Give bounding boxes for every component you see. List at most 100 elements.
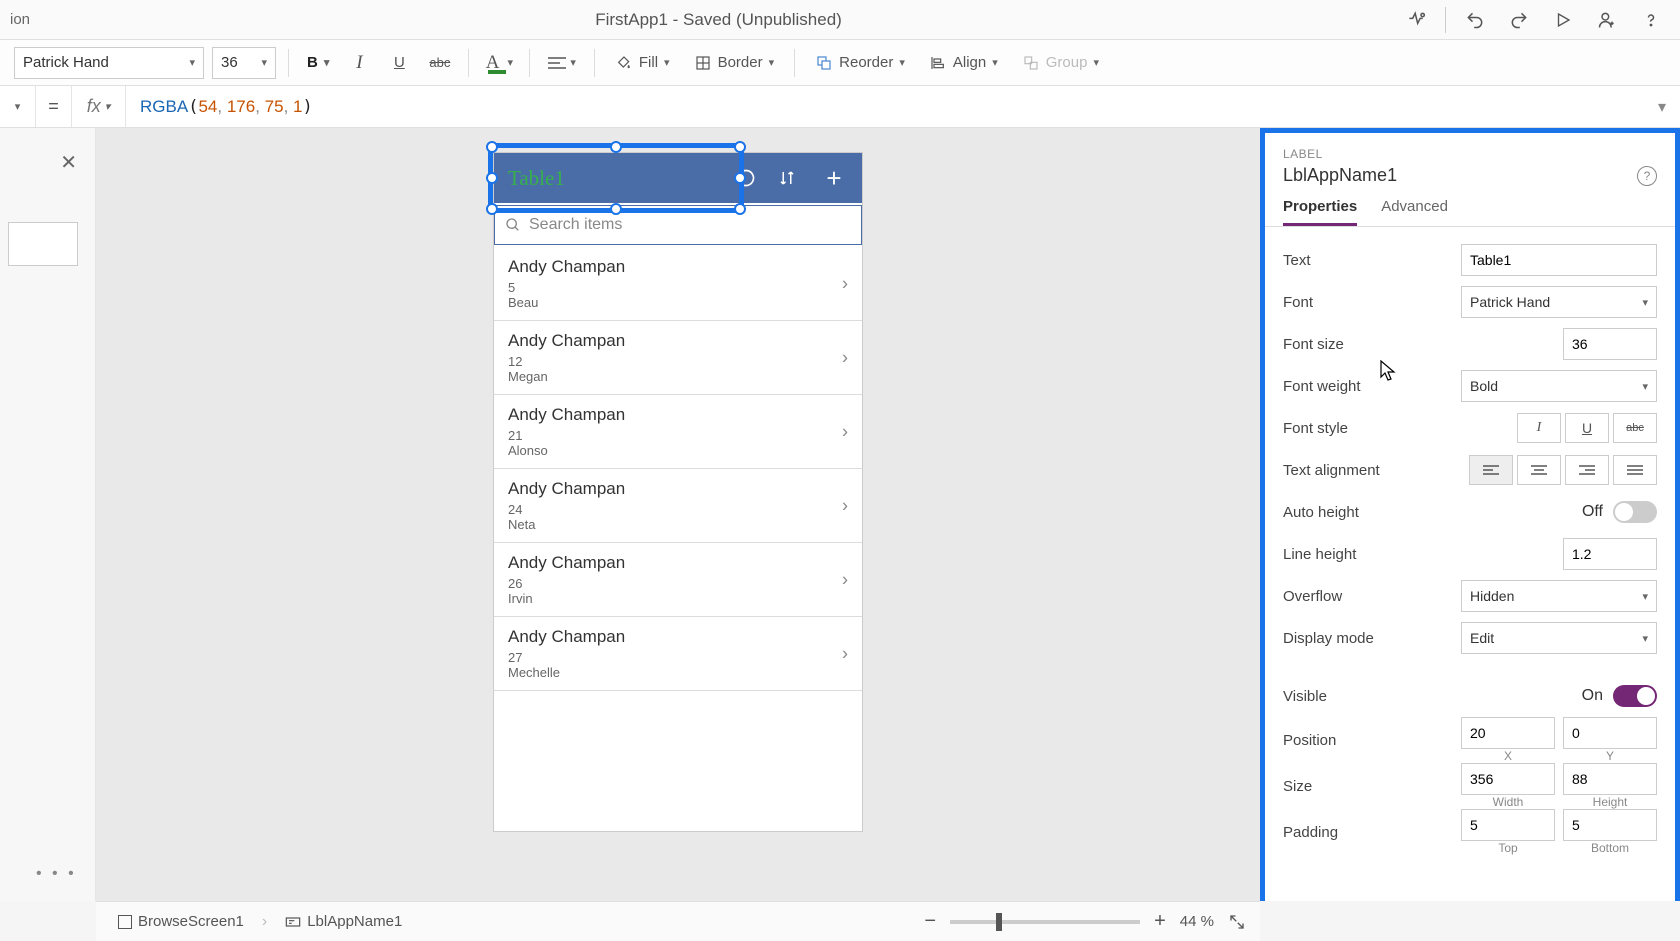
list-item[interactable]: Andy Champan 5 Beau › — [494, 247, 862, 321]
list-item[interactable]: Andy Champan 21 Alonso › — [494, 395, 862, 469]
align-justify-button[interactable] — [1613, 455, 1657, 485]
prop-font-select[interactable]: Patrick Hand▾ — [1461, 286, 1657, 318]
chevron-right-icon[interactable]: › — [842, 569, 848, 590]
prop-fontsize-input[interactable] — [1563, 328, 1657, 360]
text-align-button[interactable]: ▾ — [542, 47, 582, 79]
breadcrumb-control[interactable]: LblAppName1 — [277, 913, 410, 930]
search-icon — [505, 217, 521, 233]
app-header: Table1 + — [494, 153, 862, 203]
zoom-in-button[interactable]: + — [1154, 910, 1166, 933]
prop-label-visible: Visible — [1283, 688, 1572, 705]
sort-icon[interactable] — [778, 168, 806, 188]
group-button: Group▾ — [1014, 47, 1107, 79]
prop-label-position: Position — [1283, 732, 1451, 749]
add-icon[interactable]: + — [820, 163, 848, 194]
fontstyle-italic-button[interactable]: I — [1517, 413, 1561, 443]
reorder-button[interactable]: Reorder▾ — [807, 47, 913, 79]
prop-fontweight-select[interactable]: Bold▾ — [1461, 370, 1657, 402]
visible-toggle[interactable] — [1613, 685, 1657, 707]
prop-label-textalign: Text alignment — [1283, 462, 1459, 479]
prop-text-input[interactable] — [1461, 244, 1657, 276]
expand-formula-icon[interactable]: ▾ — [1644, 97, 1680, 117]
title-fragment: ion — [0, 11, 40, 28]
help-icon[interactable] — [1632, 1, 1670, 39]
zoom-slider[interactable] — [950, 920, 1140, 924]
app-title-label[interactable]: Table1 — [508, 166, 722, 191]
prop-size-height[interactable] — [1563, 763, 1657, 795]
italic-button[interactable]: I — [343, 47, 375, 79]
reorder-icon — [815, 54, 833, 72]
label-icon — [285, 915, 301, 929]
prop-label-padding: Padding — [1283, 824, 1451, 841]
fit-screen-icon[interactable] — [1228, 913, 1246, 931]
play-icon[interactable] — [1544, 1, 1582, 39]
font-color-button[interactable]: A ▾ — [481, 47, 517, 79]
chevron-right-icon[interactable]: › — [842, 495, 848, 516]
formula-bar: ▾ = fx▾ RGBA(54, 176, 75, 1) ▾ — [0, 86, 1680, 128]
chevron-right-icon[interactable]: › — [842, 421, 848, 442]
prop-padding-bottom[interactable] — [1563, 809, 1657, 841]
prop-label-fontweight: Font weight — [1283, 378, 1451, 395]
prop-overflow-select[interactable]: Hidden▾ — [1461, 580, 1657, 612]
close-pane-icon[interactable]: ✕ — [60, 150, 77, 175]
fontstyle-underline-button[interactable]: U — [1565, 413, 1609, 443]
left-tree-pane: ✕ • • • — [0, 128, 96, 901]
control-type-label: LABEL — [1283, 147, 1657, 161]
formatting-toolbar: Patrick Hand▾ 36▾ B▾ I U abc A ▾ ▾ Fill▾… — [0, 40, 1680, 86]
undo-icon[interactable] — [1456, 1, 1494, 39]
search-placeholder: Search items — [529, 216, 622, 234]
chevron-right-icon[interactable]: › — [842, 643, 848, 664]
prop-label-text: Text — [1283, 252, 1451, 269]
prop-position-y[interactable] — [1563, 717, 1657, 749]
prop-lineheight-input[interactable] — [1563, 538, 1657, 570]
strikethrough-button[interactable]: abc — [423, 47, 456, 79]
underline-button[interactable]: U — [383, 47, 415, 79]
font-family-dropdown[interactable]: Patrick Hand▾ — [14, 47, 204, 79]
fontstyle-strike-button[interactable]: abc — [1613, 413, 1657, 443]
list-item[interactable]: Andy Champan 24 Neta › — [494, 469, 862, 543]
fill-button[interactable]: Fill▾ — [607, 47, 678, 79]
app-title: FirstApp1 - Saved (Unpublished) — [40, 10, 1397, 30]
prop-label-lineheight: Line height — [1283, 546, 1553, 563]
tab-advanced[interactable]: Advanced — [1381, 198, 1448, 226]
prop-size-width[interactable] — [1461, 763, 1555, 795]
prop-label-font: Font — [1283, 294, 1451, 311]
prop-padding-top[interactable] — [1461, 809, 1555, 841]
align-center-button[interactable] — [1517, 455, 1561, 485]
prop-label-displaymode: Display mode — [1283, 630, 1451, 647]
search-box[interactable]: Search items — [494, 205, 862, 245]
prop-position-x[interactable] — [1461, 717, 1555, 749]
align-button[interactable]: Align▾ — [921, 47, 1006, 79]
screen-thumbnail[interactable] — [8, 222, 78, 266]
refresh-icon[interactable] — [736, 168, 764, 188]
align-left-button[interactable] — [1469, 455, 1513, 485]
border-icon — [694, 54, 712, 72]
tab-properties[interactable]: Properties — [1283, 198, 1357, 226]
property-selector[interactable]: ▾ — [0, 86, 36, 127]
formula-input[interactable]: RGBA(54, 176, 75, 1) — [126, 97, 1644, 117]
align-right-button[interactable] — [1565, 455, 1609, 485]
bold-button[interactable]: B▾ — [301, 47, 335, 79]
breadcrumb-screen[interactable]: BrowseScreen1 — [110, 913, 252, 930]
chevron-right-icon[interactable]: › — [842, 273, 848, 294]
prop-displaymode-select[interactable]: Edit▾ — [1461, 622, 1657, 654]
font-size-dropdown[interactable]: 36▾ — [212, 47, 276, 79]
fx-button[interactable]: fx▾ — [72, 86, 126, 127]
screen-icon — [118, 915, 132, 929]
prop-label-fontstyle: Font style — [1283, 420, 1507, 437]
zoom-out-button[interactable]: − — [924, 910, 936, 933]
health-check-icon[interactable] — [1397, 1, 1435, 39]
autoheight-toggle[interactable] — [1613, 501, 1657, 523]
chevron-right-icon[interactable]: › — [842, 347, 848, 368]
border-button[interactable]: Border▾ — [686, 47, 783, 79]
list-item[interactable]: Andy Champan 27 Mechelle › — [494, 617, 862, 691]
list-item[interactable]: Andy Champan 12 Megan › — [494, 321, 862, 395]
list-item[interactable]: Andy Champan 26 Irvin › — [494, 543, 862, 617]
redo-icon[interactable] — [1500, 1, 1538, 39]
user-icon[interactable] — [1588, 1, 1626, 39]
properties-panel: LABEL LblAppName1 ? Properties Advanced … — [1260, 128, 1680, 901]
zoom-value: 44 % — [1180, 913, 1214, 930]
canvas-area[interactable]: Table1 + Search items Andy Champan 5 Bea… — [96, 128, 1260, 901]
help-badge-icon[interactable]: ? — [1637, 166, 1657, 186]
more-icon[interactable]: • • • — [36, 865, 77, 883]
